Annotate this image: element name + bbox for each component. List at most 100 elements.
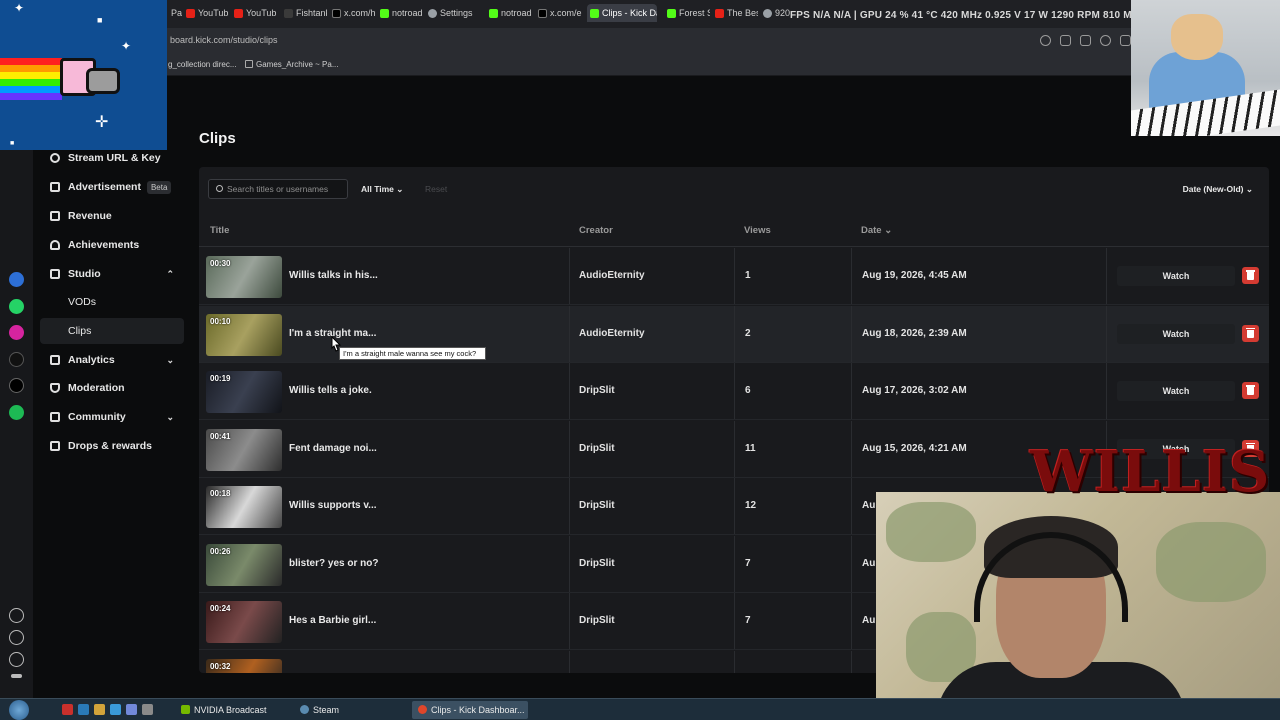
clip-date: Aug 18, 2026, 2:39 AM [862, 327, 967, 339]
app-icon[interactable] [110, 704, 121, 715]
browser-tab[interactable]: Settings [425, 4, 475, 22]
time-filter-dropdown[interactable]: All Time ⌄ [357, 179, 407, 199]
clip-duration: 00:30 [210, 259, 231, 268]
sidebar-item-achievements[interactable]: Achievements [40, 232, 184, 258]
camera-icon[interactable] [1080, 35, 1091, 46]
watch-button[interactable]: Watch [1117, 323, 1235, 344]
browser-tab[interactable]: 920h [760, 4, 790, 22]
table-row[interactable]: 00:19 Willis tells a joke. DripSlit 6 Aug 17… [199, 363, 1269, 420]
history-icon[interactable] [9, 630, 24, 645]
shield-icon[interactable] [1100, 35, 1111, 46]
app-icon[interactable] [62, 704, 73, 715]
app-icon[interactable] [78, 704, 89, 715]
tiktok-icon[interactable] [9, 352, 24, 367]
more-icon[interactable] [11, 674, 22, 678]
browser-tab[interactable]: The Bes [712, 4, 758, 22]
settings-icon[interactable] [9, 652, 24, 667]
clip-creator[interactable]: AudioEternity [579, 270, 645, 281]
edit-icon[interactable] [1060, 35, 1071, 46]
instagram-icon[interactable] [9, 325, 24, 340]
folder-icon[interactable] [94, 704, 105, 715]
clip-thumbnail[interactable]: 00:24 [206, 601, 282, 643]
clip-thumbnail[interactable]: 00:30 [206, 256, 282, 298]
clip-thumbnail[interactable]: 00:32 [206, 658, 282, 673]
clip-title[interactable]: Willis talks in his... [289, 270, 378, 281]
performance-overlay-text: FPS N/A N/A | GPU 24 % 41 °C 420 MHz 0.9… [790, 10, 1145, 21]
chevron-down-icon: ⌄ [1245, 184, 1253, 194]
whatsapp-icon[interactable] [9, 299, 24, 314]
sidebar-item-advertisement[interactable]: Advertisement Beta [40, 174, 184, 200]
send-icon[interactable] [1120, 35, 1131, 46]
sidebar-item-analytics[interactable]: Analytics ⌄ [40, 347, 184, 373]
clip-thumbnail[interactable]: 00:18 [206, 486, 282, 528]
delete-clip-button[interactable] [1242, 267, 1259, 284]
search-icon[interactable] [1040, 35, 1051, 46]
clip-title[interactable]: blister? yes or no? [289, 558, 378, 569]
reset-button[interactable]: Reset [425, 179, 447, 199]
bookmark-item[interactable]: g_collection direc... [168, 60, 236, 69]
watch-button[interactable]: Watch [1117, 381, 1235, 401]
clip-title[interactable]: Willis tells a joke. [289, 385, 372, 396]
delete-clip-button[interactable] [1242, 324, 1259, 342]
sidebar-item-vods[interactable]: VODs [40, 289, 184, 315]
taskbar-item-clips-kick[interactable]: Clips - Kick Dashboar... [412, 701, 528, 719]
column-header-views[interactable]: Views [744, 225, 771, 236]
clip-creator[interactable]: DripSlit [579, 443, 615, 454]
clip-thumbnail[interactable]: 00:41 [206, 428, 282, 471]
column-header-date[interactable]: Date ⌄ [861, 225, 892, 236]
clip-thumbnail[interactable]: 00:19 [206, 371, 282, 413]
search-input[interactable] [227, 182, 345, 196]
sidebar-item-clips[interactable]: Clips [40, 318, 184, 344]
start-button[interactable] [9, 700, 29, 720]
sidebar-item-drops-rewards[interactable]: Drops & rewards [40, 433, 184, 459]
column-divider [851, 363, 852, 419]
sidebar-item-moderation[interactable]: Moderation [40, 375, 184, 401]
sort-dropdown[interactable]: Date (New-Old) ⌄ [1183, 179, 1253, 199]
watch-button[interactable]: Watch [1117, 266, 1235, 286]
browser-tab[interactable]: Forest S [664, 4, 710, 22]
clip-creator[interactable]: DripSlit [579, 385, 615, 396]
heart-icon[interactable] [9, 608, 24, 623]
clip-thumbnail[interactable]: 00:26 [206, 543, 282, 586]
browser-tab[interactable]: notroad [377, 4, 423, 22]
browser-tab[interactable]: x.com/h [329, 4, 375, 22]
discord-icon[interactable] [126, 704, 137, 715]
clip-creator[interactable]: AudioEternity [579, 328, 645, 339]
column-header-creator[interactable]: Creator [579, 225, 613, 236]
x-icon[interactable] [9, 378, 24, 393]
map-landmass [886, 502, 976, 562]
taskbar-item-steam[interactable]: Steam [294, 701, 406, 719]
messenger-icon[interactable] [9, 272, 24, 287]
clip-title[interactable]: Hes a Barbie girl... [289, 615, 376, 626]
clip-thumbnail[interactable]: 00:10 [206, 313, 282, 356]
browser-tab[interactable]: YouTub [183, 4, 230, 22]
kick-icon [667, 8, 676, 18]
clip-creator[interactable]: DripSlit [579, 615, 615, 626]
delete-clip-button[interactable] [1242, 382, 1259, 399]
search-field[interactable] [208, 179, 348, 199]
clip-title[interactable]: Willis supports v... [289, 500, 377, 511]
browser-tab[interactable]: Fishtank [281, 4, 327, 22]
sidebar-item-community[interactable]: Community ⌄ [40, 404, 184, 430]
sidebar-item-revenue[interactable]: Revenue [40, 203, 184, 229]
spotify-icon[interactable] [9, 405, 24, 420]
sidebar-item-studio[interactable]: Studio ⌃ [40, 261, 184, 287]
table-row[interactable]: 00:30 Willis talks in his... AudioEternity… [199, 248, 1269, 305]
browser-tab[interactable]: notroad [486, 4, 532, 22]
column-header-title[interactable]: Title [210, 225, 229, 236]
clip-creator[interactable]: DripSlit [579, 500, 615, 511]
browser-tab-active[interactable]: Clips - Kick Da [587, 4, 657, 22]
bookmark-item[interactable]: Games_Archive ~ Pa... [245, 60, 338, 69]
column-divider [734, 305, 735, 362]
taskbar-item-nvidia-broadcast[interactable]: NVIDIA Broadcast [175, 701, 291, 719]
column-divider [851, 305, 852, 362]
clip-title[interactable]: Fent damage noi... [289, 443, 377, 454]
url-field[interactable]: board.kick.com/studio/clips [170, 35, 278, 45]
browser-tab[interactable]: x.com/e [535, 4, 583, 22]
browser-tab[interactable]: YouTub [231, 4, 278, 22]
app-icon[interactable] [142, 704, 153, 715]
taskbar-item-label: Steam [313, 705, 340, 715]
clip-creator[interactable]: DripSlit [579, 558, 615, 569]
column-divider [569, 305, 570, 362]
sidebar-item-label: VODs [68, 296, 97, 308]
